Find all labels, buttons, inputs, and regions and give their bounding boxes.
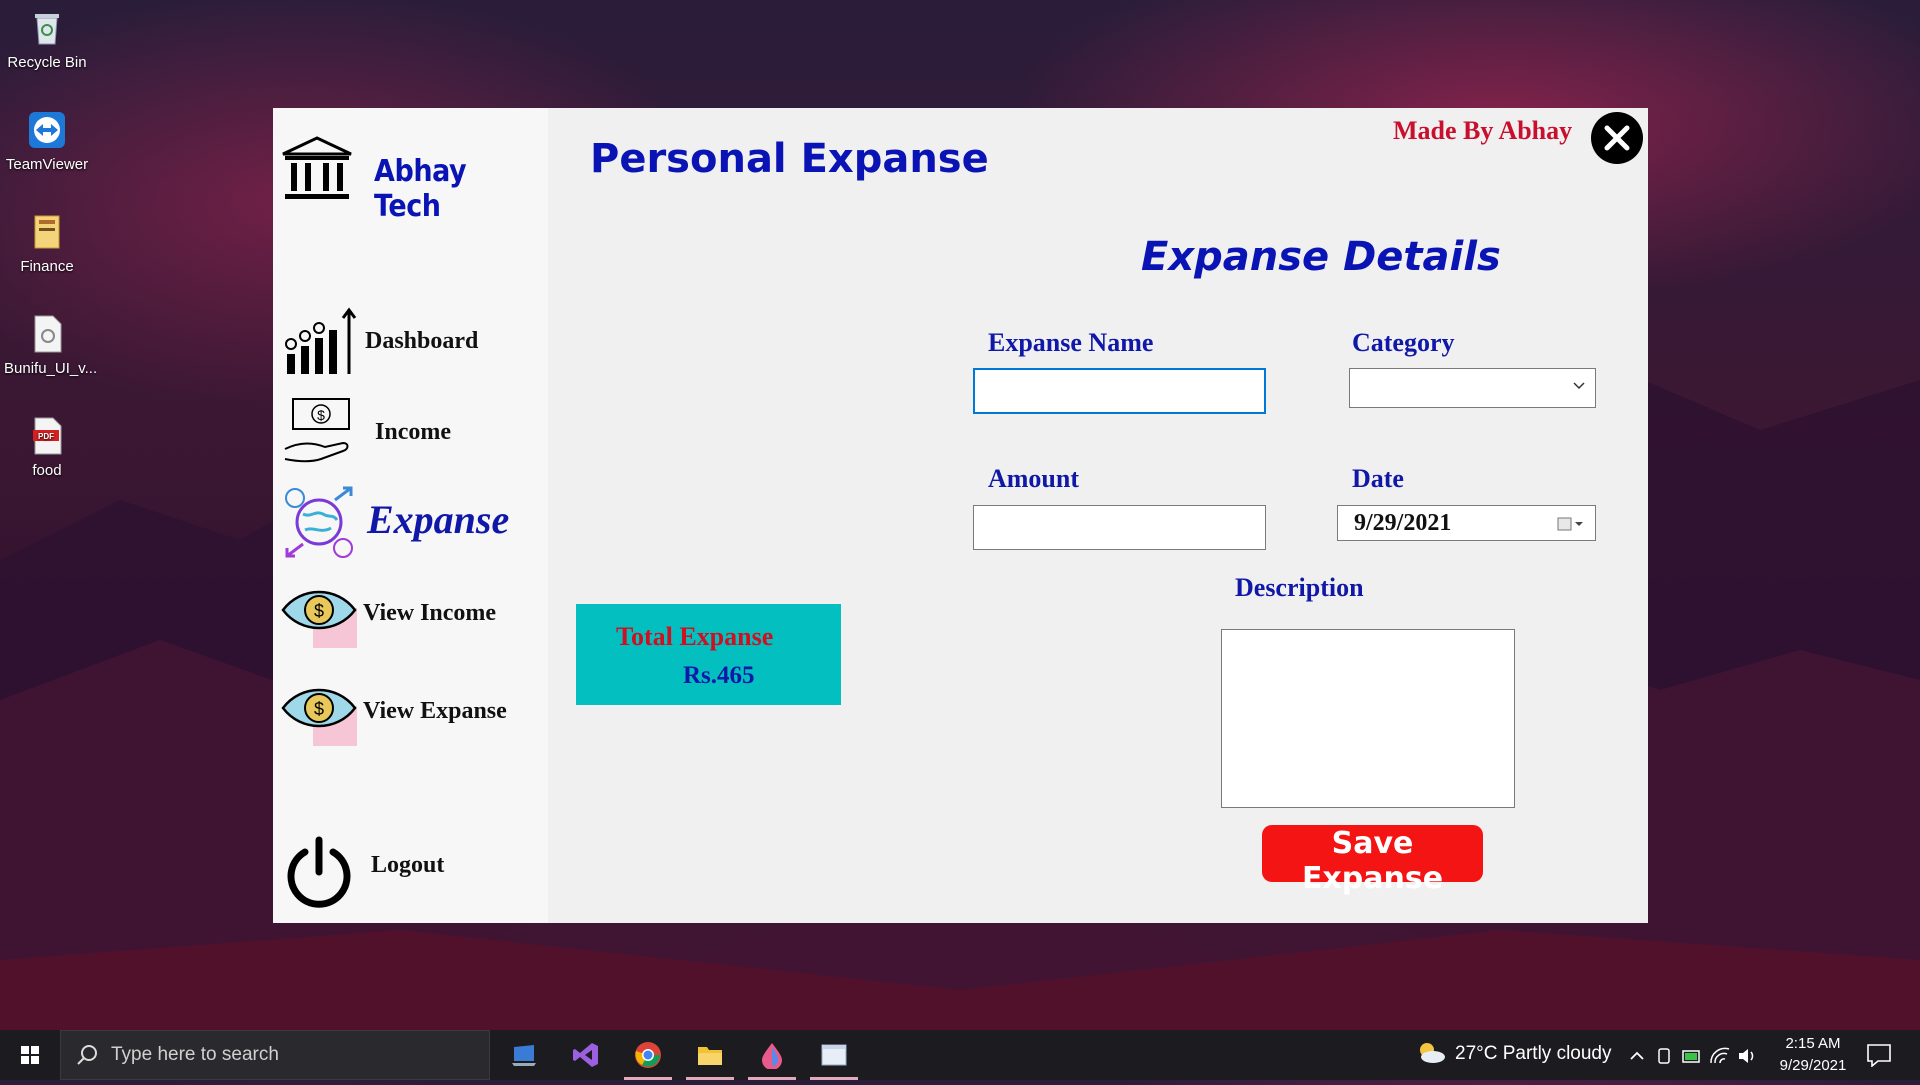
desktop-icon-label: TeamViewer [5, 156, 89, 173]
sidebar-item-income[interactable]: $ Income [281, 393, 546, 471]
svg-text:$: $ [314, 601, 324, 621]
system-tray[interactable] [1625, 1045, 1765, 1067]
page-title: Personal Expanse [590, 136, 989, 182]
save-expanse-button[interactable]: Save Expanse [1262, 825, 1483, 896]
desktop-icon-recycle-bin[interactable]: Recycle Bin [4, 8, 90, 71]
folder-icon [34, 215, 60, 249]
description-field[interactable] [1221, 629, 1515, 808]
taskbar: Type here to search 27°C Partly cloudy 2… [0, 1030, 1920, 1080]
recycle-bin-icon [35, 14, 59, 45]
brand: Abhay Tech [281, 136, 546, 224]
amount-field[interactable] [973, 505, 1266, 550]
cash-hand-icon: $ [284, 398, 350, 463]
sidebar-item-dashboard[interactable]: Dashboard [281, 304, 546, 382]
windows-icon [21, 1046, 39, 1064]
laptop-app-icon [512, 1045, 536, 1066]
clock-time: 2:15 AM [1785, 1035, 1841, 1052]
sidebar-item-label: Logout [371, 852, 445, 878]
amount-label: Amount [988, 464, 1080, 493]
paint-drop-icon [762, 1043, 782, 1069]
partly-cloudy-icon [1420, 1043, 1445, 1063]
brand-name: Abhay Tech [374, 154, 467, 224]
expanse-name-label: Expanse Name [988, 328, 1154, 357]
desktop-icon-teamviewer[interactable]: TeamViewer [4, 110, 90, 173]
taskbar-app-terminal[interactable] [496, 1030, 552, 1080]
wifi-icon [1710, 1047, 1730, 1064]
app-window: Abhay Tech Dashboard $ Income Expanse $ … [273, 108, 1648, 923]
taskbar-app-file-explorer[interactable] [682, 1030, 738, 1080]
close-button[interactable] [1591, 112, 1643, 164]
sidebar: Abhay Tech Dashboard $ Income Expanse $ … [273, 108, 548, 923]
desktop-icon-label: food [32, 462, 62, 479]
taskbar-app-paint[interactable] [744, 1030, 800, 1080]
chevron-up-icon [1630, 1051, 1644, 1060]
money-globe-icon [285, 486, 353, 558]
search-placeholder: Type here to search [111, 1044, 279, 1065]
file-icon [34, 315, 62, 353]
total-expanse-label: Total Expanse [616, 622, 774, 651]
expanse-name-field[interactable] [973, 368, 1266, 414]
notification-icon[interactable] [1866, 1043, 1892, 1067]
sidebar-item-logout[interactable]: Logout [281, 836, 546, 914]
weather-text: 27°C Partly cloudy [1455, 1043, 1612, 1064]
chart-growth-icon [285, 307, 357, 374]
chevron-down-icon [1573, 382, 1585, 390]
eye-dollar-icon: $ [281, 688, 357, 746]
sidebar-item-label: Income [375, 419, 451, 445]
taskbar-app-window[interactable] [806, 1030, 862, 1080]
desktop-icon-food[interactable]: PDF food [4, 416, 90, 479]
pdf-icon: PDF [33, 417, 62, 455]
app-window-icon [821, 1044, 847, 1066]
desktop-icon-finance[interactable]: Finance [4, 212, 90, 275]
section-title: Expanse Details [1141, 234, 1501, 280]
svg-text:$: $ [314, 699, 324, 719]
desktop-icon-bunifu[interactable]: Bunifu_UI_v... [4, 314, 98, 377]
svg-text:PDF: PDF [38, 432, 54, 441]
description-label: Description [1235, 573, 1364, 602]
desktop-icon-label: Finance [20, 258, 74, 275]
sidebar-item-label: View Expanse [363, 698, 507, 724]
sidebar-item-expanse[interactable]: Expanse [281, 484, 546, 562]
taskbar-search[interactable]: Type here to search [60, 1030, 490, 1080]
system-clock[interactable]: 2:15 AM 9/29/2021 [1773, 1033, 1853, 1077]
date-picker[interactable]: 9/29/2021 [1337, 505, 1596, 541]
teamviewer-icon [29, 112, 65, 148]
start-button[interactable] [0, 1030, 60, 1080]
search-icon [77, 1045, 97, 1065]
folder-icon [698, 1047, 722, 1065]
sidebar-item-view-expanse[interactable]: $ View Expanse [281, 678, 546, 756]
category-select[interactable] [1349, 368, 1596, 408]
chrome-icon [635, 1042, 661, 1068]
made-by-label: Made By Abhay [1393, 116, 1573, 145]
close-icon [1604, 125, 1630, 151]
svg-text:$: $ [317, 407, 325, 423]
eye-dollar-icon: $ [281, 590, 357, 648]
taskbar-app-visual-studio[interactable] [558, 1030, 614, 1080]
sidebar-item-view-income[interactable]: $ View Income [281, 580, 546, 658]
desktop-icon-label: Recycle Bin [7, 54, 87, 71]
volume-icon [1739, 1049, 1748, 1063]
device-icon [1658, 1048, 1670, 1064]
calendar-dropdown-icon [1557, 517, 1583, 531]
desktop-icon-label: Bunifu_UI_v... [4, 360, 98, 377]
visual-studio-icon [573, 1043, 598, 1067]
category-label: Category [1352, 328, 1455, 357]
bank-icon [282, 136, 352, 199]
date-label: Date [1352, 464, 1404, 493]
power-icon [287, 836, 351, 908]
sidebar-item-label: Expanse [367, 497, 510, 542]
total-expanse-value: Rs.465 [683, 662, 755, 689]
sidebar-item-label: Dashboard [365, 328, 479, 354]
total-expanse-card: Total Expanse Rs.465 [576, 604, 841, 705]
clock-date: 9/29/2021 [1779, 1057, 1847, 1074]
sidebar-item-label: View Income [363, 600, 497, 626]
taskbar-app-chrome[interactable] [620, 1030, 676, 1080]
date-value: 9/29/2021 [1354, 510, 1452, 536]
